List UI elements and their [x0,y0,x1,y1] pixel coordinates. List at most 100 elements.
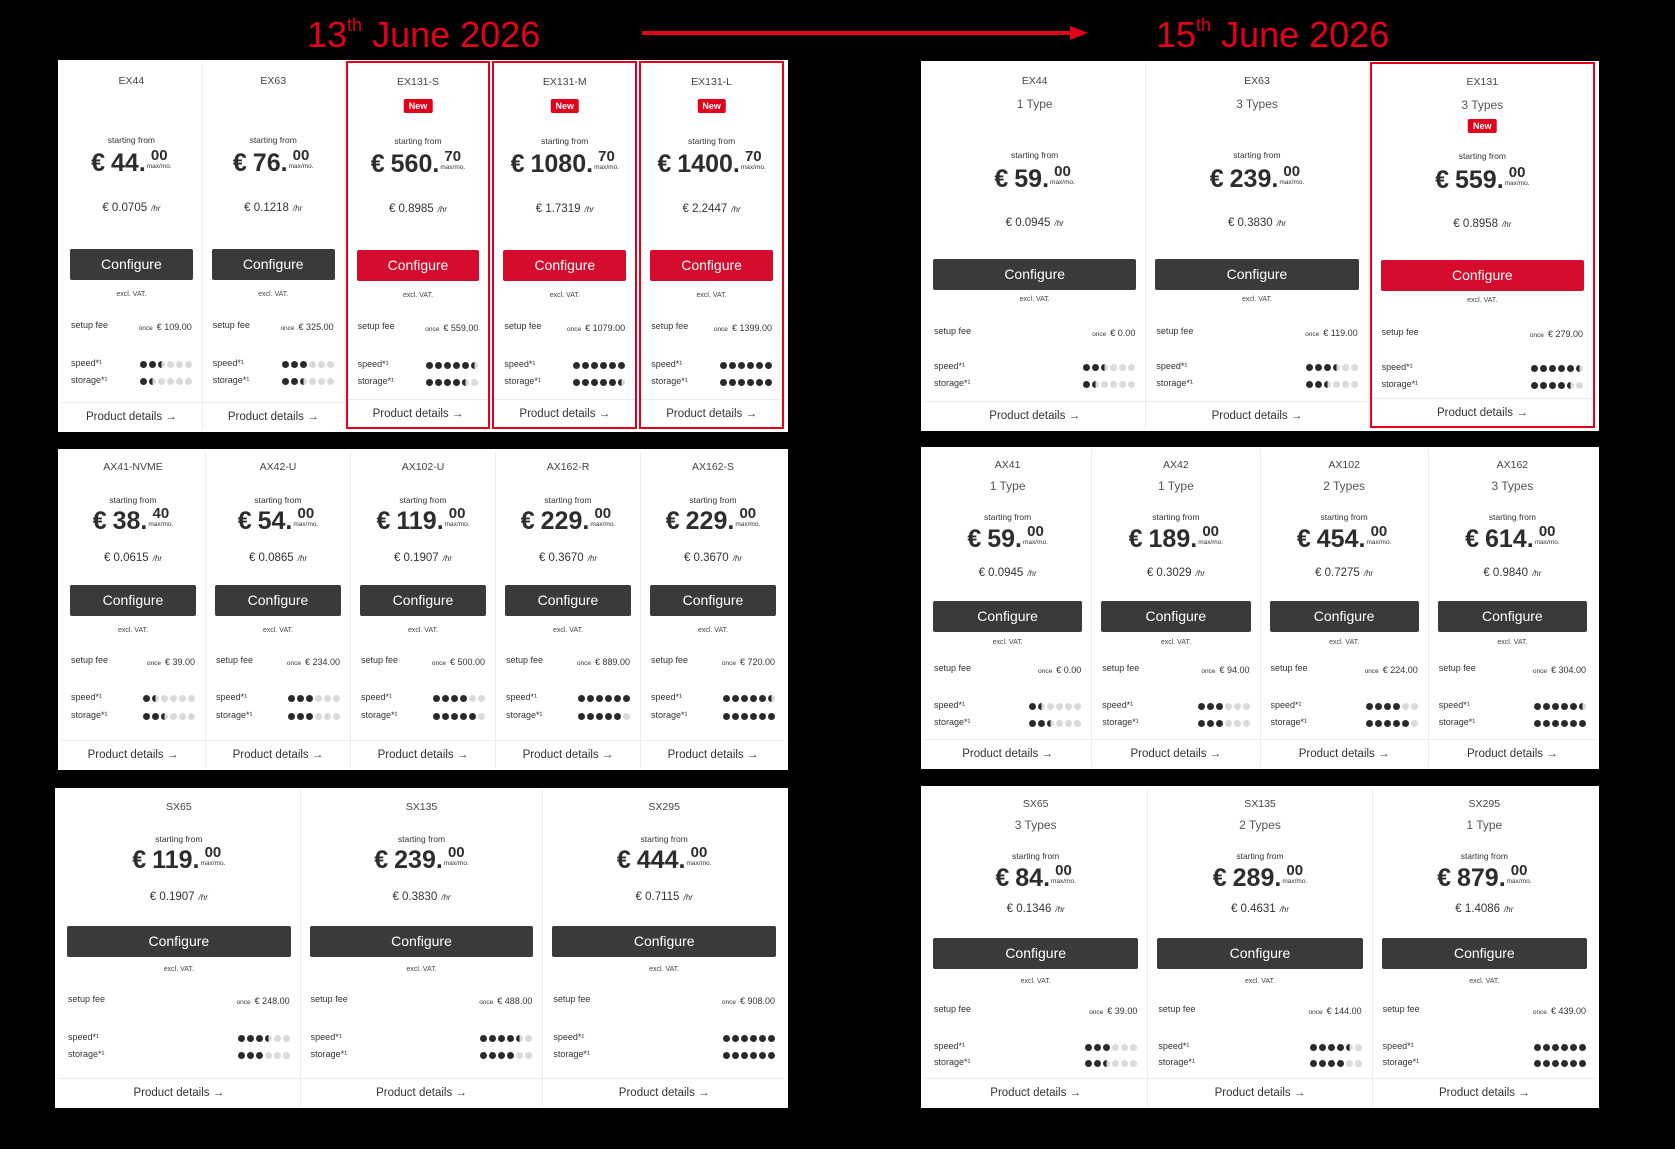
rating-dot [1101,381,1109,388]
rating-dot [1383,703,1391,710]
rating-dot [1365,703,1373,710]
setup-fee-amount: € 279.00 [1547,329,1583,339]
setup-fee-value: once € 109.00 [139,322,192,332]
speed-label: speed*¹ [216,692,248,702]
setup-fee-amount: € 234.00 [304,657,340,667]
price-cents: 00 [1055,862,1072,879]
rating-dot [1560,1044,1568,1051]
product-details-link[interactable]: Product details → [351,740,495,768]
rating-dot [573,362,581,369]
product-details-link[interactable]: Product details → [206,740,350,768]
product-name: EX131-S [396,76,439,88]
product-name: EX131-L [691,76,733,88]
setup-fee-value: once € 908.00 [722,996,775,1006]
product-details-link[interactable]: Product details → [202,402,344,430]
rating-dot [609,362,617,369]
configure-button[interactable]: Configure [650,250,773,281]
product-name: AX102 [1328,459,1360,471]
product-details-link[interactable]: Product details → [494,399,636,427]
configure-button[interactable]: Configure [360,585,486,616]
product-types: 1 Type [1016,97,1053,111]
rating-dot [1534,703,1541,710]
rating-dot [582,379,590,386]
product-details-link[interactable]: Product details → [1372,1078,1596,1106]
rating-dot [728,379,736,386]
storage-label: storage*¹ [71,375,108,385]
product-details-link[interactable]: Product details → [543,1078,786,1106]
per-month-label: max/mo. [1023,539,1048,546]
currency-symbol: € [132,846,147,874]
configure-button[interactable]: Configure [67,926,291,957]
configure-button[interactable]: Configure [503,250,627,281]
monthly-price: €560. 70 max/mo. [348,149,489,179]
product-details-link[interactable]: Product details → [1371,398,1593,426]
hourly-price: € 0.0865/hr [206,552,350,564]
product-details-link[interactable]: Product details → [924,1078,1148,1106]
product-details-link[interactable]: Product details → [347,399,489,427]
configure-button[interactable]: Configure [1380,260,1584,291]
configure-button[interactable]: Configure [70,585,196,616]
rating-dot [1570,720,1577,727]
product-details-link[interactable]: Product details → [1260,739,1428,767]
rating-dot [1215,720,1223,727]
rating-dot [161,713,168,720]
rating-dot [139,378,147,385]
rating-dot [317,361,325,368]
configure-button[interactable]: Configure [1269,601,1419,632]
product-details-link[interactable]: Product details → [924,401,1146,429]
rating-dot [288,713,295,720]
configure-button[interactable]: Configure [1101,601,1251,632]
rating-dot [1561,720,1568,727]
monthly-price: €454. 00 max/mo. [1261,524,1428,554]
configure-button[interactable]: Configure [650,585,776,616]
setup-fee-amount: € 559.00 [443,323,479,333]
monthly-price: €189. 00 max/mo. [1092,524,1259,554]
product-details-link[interactable]: Product details → [641,399,782,427]
rating-dot [1341,381,1349,388]
product-details-link[interactable]: Product details → [1146,401,1368,429]
setup-fee-label: setup fee [1381,327,1419,337]
configure-button[interactable]: Configure [552,926,777,957]
per-month-label: max/mo. [1506,878,1532,885]
rating-dot [139,361,147,368]
configure-button[interactable]: Configure [1155,259,1359,290]
configure-button[interactable]: Configure [505,585,631,616]
per-month-label: max/mo. [200,860,226,867]
configure-button[interactable]: Configure [309,926,534,957]
configure-button[interactable]: Configure [215,585,341,616]
configure-button[interactable]: Configure [1437,601,1587,632]
price-euros: 54 [257,507,286,535]
rating-dot [1314,364,1322,371]
rating-dot [435,379,443,386]
configure-button[interactable]: Configure [933,259,1137,290]
product-card: EX131-M New starting from €1080. 70 max/mo. € … [492,61,638,429]
configure-button[interactable]: Configure [1157,938,1363,969]
product-details-link[interactable]: Product details → [1092,739,1260,767]
rating-dot [609,379,617,386]
configure-button[interactable]: Configure [1381,938,1587,969]
rating-dot [299,378,307,385]
product-details-link[interactable]: Product details → [641,740,785,768]
rating-dot [1233,720,1241,727]
storage-rating [1365,720,1418,728]
hourly-price: € 0.3029/hr [1092,567,1259,579]
product-details-link[interactable]: Product details → [61,402,202,430]
product-details-link[interactable]: Product details → [1428,739,1596,767]
price-fraction: 00 max/mo. [1051,863,1076,886]
rating-dot [591,379,599,386]
once-label: once [286,660,301,667]
product-details-link[interactable]: Product details → [61,740,205,768]
product-details-link[interactable]: Product details → [496,740,640,768]
configure-button[interactable]: Configure [933,601,1083,632]
rating-dot [1548,382,1556,389]
product-details-link[interactable]: Product details → [58,1078,300,1106]
speed-label: speed*¹ [357,359,389,369]
configure-button[interactable]: Configure [356,250,480,281]
product-details-link[interactable]: Product details → [1148,1078,1372,1106]
configure-button[interactable]: Configure [70,249,193,280]
product-details-link[interactable]: Product details → [300,1078,543,1106]
product-details-link[interactable]: Product details → [924,739,1092,767]
configure-button[interactable]: Configure [933,938,1139,969]
per-month-label: max/mo. [1282,878,1308,885]
configure-button[interactable]: Configure [211,249,335,280]
